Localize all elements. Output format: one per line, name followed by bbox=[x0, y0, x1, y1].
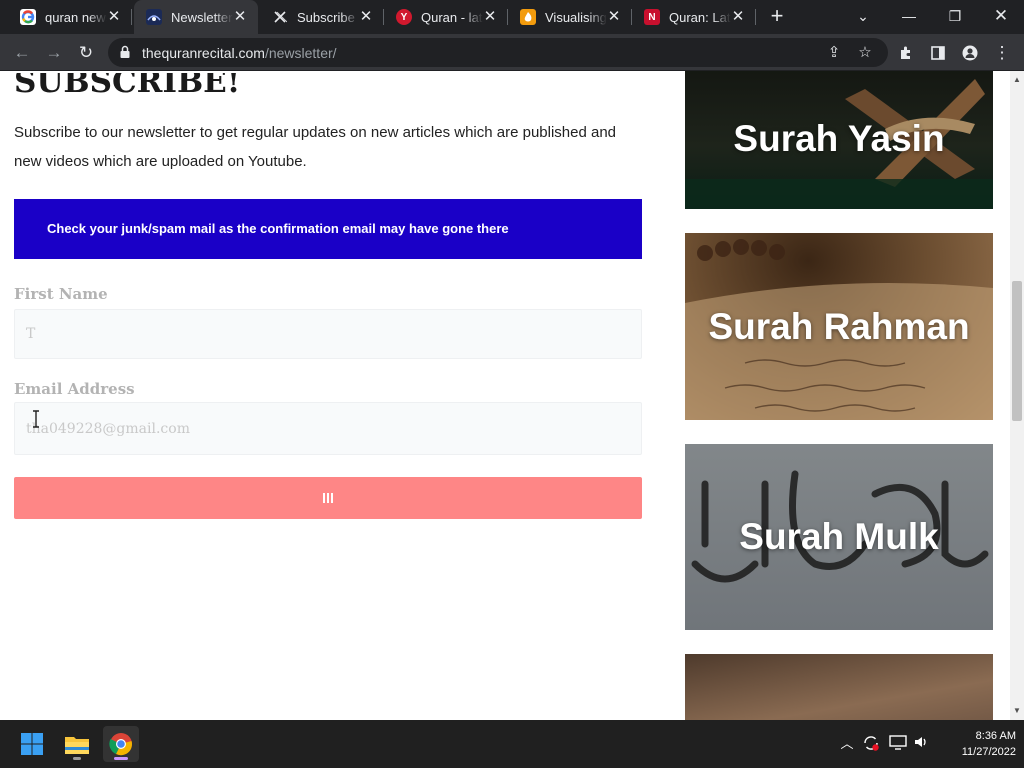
running-indicator bbox=[73, 757, 81, 760]
scrollbar-thumb[interactable] bbox=[1012, 281, 1022, 421]
clock-date: 11/27/2022 bbox=[961, 746, 1016, 758]
close-tab-icon[interactable]: ✕ bbox=[482, 9, 498, 25]
bookmark-star-icon[interactable]: ☆ bbox=[854, 42, 876, 64]
site-favicon bbox=[146, 9, 162, 25]
minimize-button[interactable]: — bbox=[886, 0, 932, 34]
url-host: thequranrecital.com bbox=[142, 45, 265, 61]
spam-notice-banner: Check your junk/spam mail as the confirm… bbox=[14, 199, 642, 259]
volume-icon[interactable] bbox=[912, 734, 932, 754]
page-heading: SUBSCRIBE! bbox=[14, 73, 241, 99]
network-icon[interactable] bbox=[888, 734, 908, 754]
side-panel-icon[interactable] bbox=[924, 39, 952, 67]
close-tab-icon[interactable]: ✕ bbox=[358, 9, 374, 25]
file-explorer-icon[interactable] bbox=[59, 726, 95, 762]
tab-separator bbox=[131, 9, 132, 25]
close-tab-icon[interactable]: ✕ bbox=[730, 9, 746, 25]
tab-title: Visualising bbox=[545, 9, 607, 25]
intro-text: Subscribe to our newsletter to get regul… bbox=[14, 124, 617, 170]
tab-subscribe[interactable]: Subscribe t ✕ bbox=[260, 0, 384, 34]
email-input[interactable]: tha049228@gmail.com bbox=[14, 402, 642, 455]
page-scrollbar[interactable]: ▲ ▼ bbox=[1010, 71, 1024, 720]
x-logo-icon bbox=[272, 9, 288, 25]
system-clock[interactable]: 8:36 AM 11/27/2022 bbox=[936, 728, 1016, 760]
tab-search-icon[interactable]: ⌄ bbox=[840, 0, 886, 34]
sidebar-card-partial[interactable] bbox=[685, 654, 993, 720]
url-path: /newsletter/ bbox=[264, 45, 337, 61]
tab-title: quran news bbox=[45, 9, 107, 25]
fire-favicon bbox=[520, 9, 536, 25]
close-tab-icon[interactable]: ✕ bbox=[606, 9, 622, 25]
new-tab-button[interactable]: + bbox=[765, 5, 789, 29]
windows-taskbar: ︿ 8:36 AM 11/27/2022 bbox=[0, 720, 1024, 768]
share-icon[interactable]: ⇪ bbox=[823, 42, 845, 64]
extensions-icon[interactable] bbox=[892, 39, 920, 67]
reload-icon[interactable]: ↻ bbox=[72, 39, 100, 67]
google-icon bbox=[20, 9, 36, 25]
show-hidden-icons-chevron-icon[interactable]: ︿ bbox=[837, 734, 857, 754]
email-label: Email Address bbox=[14, 380, 135, 398]
tab-quran-news[interactable]: quran news ✕ bbox=[8, 0, 132, 34]
card-title: Surah Rahman bbox=[708, 305, 970, 347]
y-favicon: Y bbox=[396, 9, 412, 25]
text-cursor-icon bbox=[33, 410, 39, 428]
tab-title: Newsletter bbox=[171, 9, 233, 25]
windows-start-icon[interactable] bbox=[14, 726, 50, 762]
close-tab-icon[interactable]: ✕ bbox=[106, 9, 122, 25]
first-name-input[interactable]: T bbox=[14, 309, 642, 359]
first-name-label: First Name bbox=[14, 285, 108, 303]
scroll-down-arrow-icon[interactable]: ▼ bbox=[1010, 704, 1024, 718]
n-favicon: N bbox=[644, 9, 660, 25]
tab-title: Quran - late bbox=[421, 9, 483, 25]
url-text: thequranrecital.com/newsletter/ bbox=[142, 45, 337, 61]
lock-icon bbox=[118, 45, 132, 59]
tab-newsletter[interactable]: Newsletter ✕ bbox=[134, 0, 258, 34]
tab-quran-latest[interactable]: Y Quran - late ✕ bbox=[384, 0, 508, 34]
card-title: Surah Yasin bbox=[733, 118, 945, 159]
subscribe-button[interactable] bbox=[14, 477, 642, 519]
profile-icon[interactable] bbox=[956, 39, 984, 67]
forward-icon[interactable]: → bbox=[40, 39, 68, 67]
tab-quran-late[interactable]: N Quran: Late ✕ bbox=[632, 0, 756, 34]
back-icon[interactable]: ← bbox=[8, 39, 36, 67]
close-tab-icon[interactable]: ✕ bbox=[232, 9, 248, 25]
web-page: SUBSCRIBE! Subscribe to our newsletter t… bbox=[0, 71, 1010, 720]
active-indicator bbox=[114, 757, 128, 760]
surah-mulk-card[interactable]: Surah Mulk bbox=[685, 444, 993, 630]
chrome-taskbar-icon[interactable] bbox=[103, 726, 139, 762]
tab-visualising[interactable]: Visualising ✕ bbox=[508, 0, 632, 34]
sync-icon[interactable] bbox=[861, 734, 881, 754]
tab-title: Quran: Late bbox=[669, 9, 731, 25]
card-title: Surah Mulk bbox=[739, 516, 939, 557]
tab-separator bbox=[755, 9, 756, 25]
tab-title: Subscribe t bbox=[297, 9, 359, 25]
surah-rahman-card[interactable]: Surah Rahman bbox=[685, 233, 993, 420]
scroll-up-arrow-icon[interactable]: ▲ bbox=[1010, 73, 1024, 87]
clock-time: 8:36 AM bbox=[975, 730, 1016, 742]
tab-strip: quran news ✕ Newsletter ✕ Subscribe t ✕ … bbox=[0, 0, 1024, 34]
menu-kebab-icon[interactable]: ⋮ bbox=[988, 39, 1016, 67]
restore-button[interactable]: ❐ bbox=[932, 0, 978, 34]
address-bar[interactable]: thequranrecital.com/newsletter/ ⇪ ☆ bbox=[108, 38, 888, 67]
surah-yasin-card[interactable]: Surah Yasin bbox=[685, 71, 993, 209]
browser-toolbar: ← → ↻ thequranrecital.com/newsletter/ ⇪ … bbox=[0, 34, 1024, 71]
loading-spinner-icon bbox=[323, 493, 333, 503]
close-window-button[interactable]: ✕ bbox=[978, 0, 1024, 34]
